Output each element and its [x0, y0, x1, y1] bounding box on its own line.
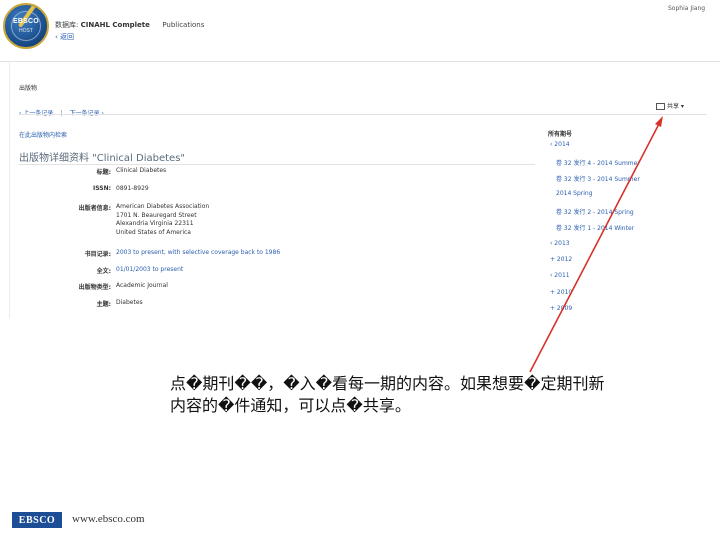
footer-url: www.ebsco.com: [72, 513, 145, 525]
arrow-line: [529, 121, 661, 373]
annotation-caption: 点�期刊��，�入�看每一期的内容。如果想要�定期刊新内容的�件通知，可以点�共…: [170, 374, 605, 415]
annotation-arrow: [529, 116, 663, 373]
arrow-head-icon: [655, 116, 663, 127]
footer-ebsco-logo: EBSCO: [12, 512, 62, 528]
